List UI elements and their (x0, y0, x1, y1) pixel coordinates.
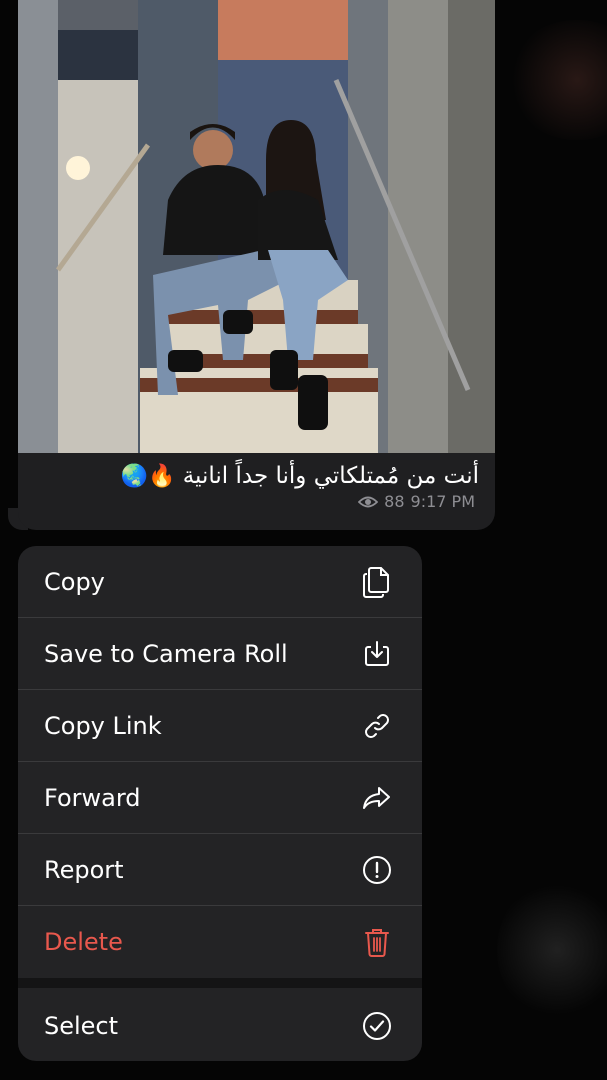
menu-item-label: Delete (44, 927, 123, 956)
menu-item-label: Select (44, 1011, 119, 1040)
message-meta: 88 9:17 PM (358, 492, 475, 511)
context-menu: Copy Save to Camera Roll Copy Link Forwa… (18, 546, 422, 1061)
background-blur (507, 20, 607, 140)
photo-image (18, 0, 495, 453)
caption-emojis: 🔥🌏 (120, 464, 176, 489)
menu-section-gap (18, 978, 422, 988)
caption-text: أنت من مُمتلكاتي وأنا جداً انانية (182, 463, 479, 489)
menu-item-save-to-camera-roll[interactable]: Save to Camera Roll (18, 618, 422, 689)
checkmark-circle-icon (360, 1009, 394, 1043)
message-photo[interactable] (18, 0, 495, 453)
menu-item-report[interactable]: Report (18, 834, 422, 905)
forward-arrow-icon (360, 781, 394, 815)
report-exclamation-icon (360, 853, 394, 887)
menu-item-select[interactable]: Select (18, 990, 422, 1061)
view-count: 88 (384, 492, 405, 511)
menu-item-delete[interactable]: Delete (18, 906, 422, 977)
background-blur (497, 880, 607, 1020)
message-caption: أنت من مُمتلكاتي وأنا جداً انانية 🔥🌏 (38, 460, 479, 492)
copy-icon (360, 565, 394, 599)
menu-item-forward[interactable]: Forward (18, 762, 422, 833)
eye-icon (358, 495, 379, 509)
menu-item-label: Forward (44, 783, 141, 812)
menu-item-label: Copy (44, 567, 105, 596)
message-bubble[interactable]: أنت من مُمتلكاتي وأنا جداً انانية 🔥🌏 88 … (18, 0, 495, 530)
save-download-icon (360, 637, 394, 671)
menu-item-copy[interactable]: Copy (18, 546, 422, 617)
menu-item-copy-link[interactable]: Copy Link (18, 690, 422, 761)
menu-item-label: Copy Link (44, 711, 162, 740)
link-icon (360, 709, 394, 743)
trash-icon (360, 925, 394, 959)
message-time: 9:17 PM (410, 492, 475, 511)
menu-item-label: Report (44, 855, 124, 884)
menu-item-label: Save to Camera Roll (44, 639, 288, 668)
screen: أنت من مُمتلكاتي وأنا جداً انانية 🔥🌏 88 … (0, 0, 607, 1080)
